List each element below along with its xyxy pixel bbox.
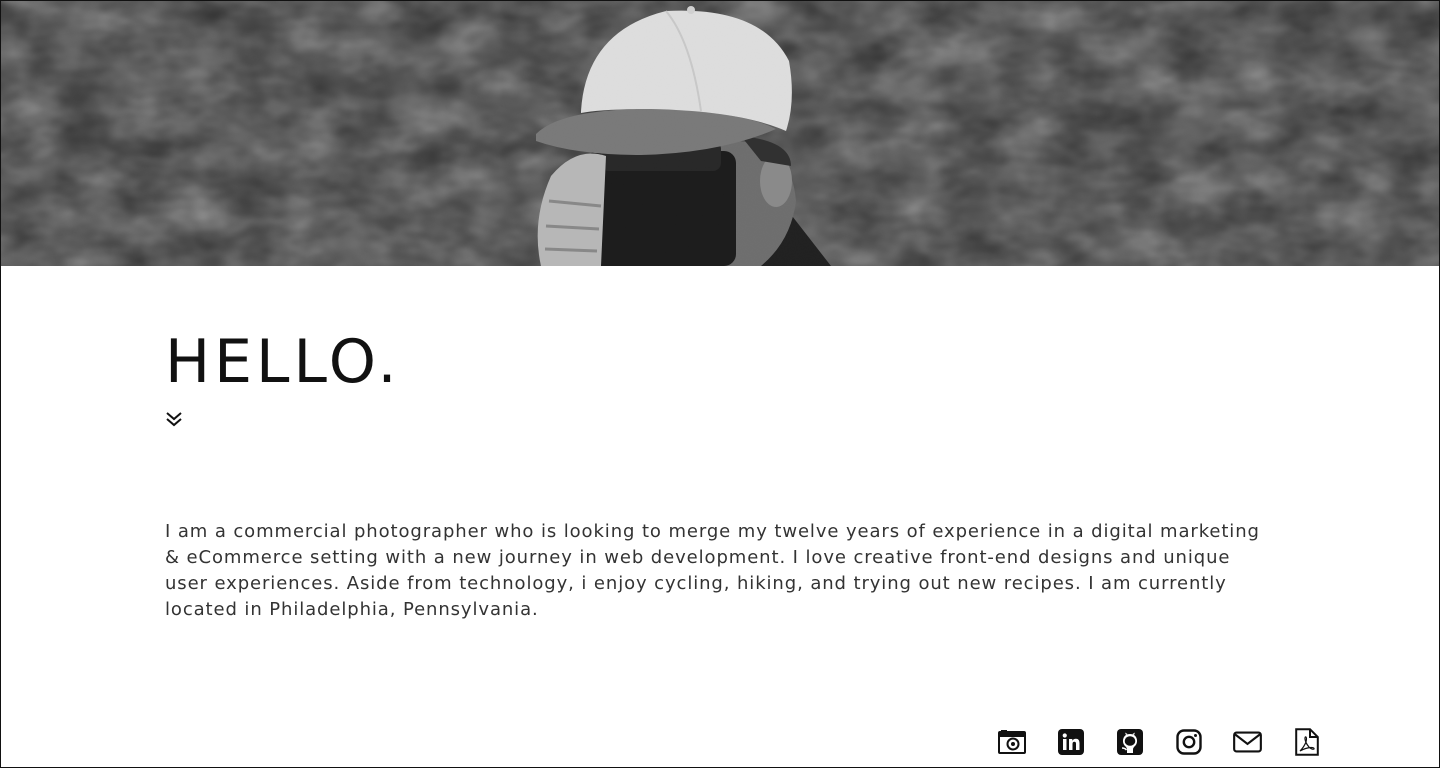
page-title: HELLO. <box>165 327 401 397</box>
bio-paragraph: I am a commercial photographer who is lo… <box>165 521 1260 620</box>
camera-icon[interactable] <box>997 728 1026 757</box>
pdf-icon[interactable] <box>1292 728 1321 757</box>
hero-photo <box>1 1 1439 266</box>
social-links <box>997 727 1321 757</box>
double-chevron-down-icon[interactable] <box>165 410 183 428</box>
page: HELLO. I am a commercial photographer wh… <box>0 0 1440 768</box>
linkedin-icon[interactable] <box>1056 728 1085 757</box>
github-icon[interactable] <box>1115 728 1144 757</box>
instagram-icon[interactable] <box>1174 728 1203 757</box>
email-icon[interactable] <box>1233 728 1262 757</box>
